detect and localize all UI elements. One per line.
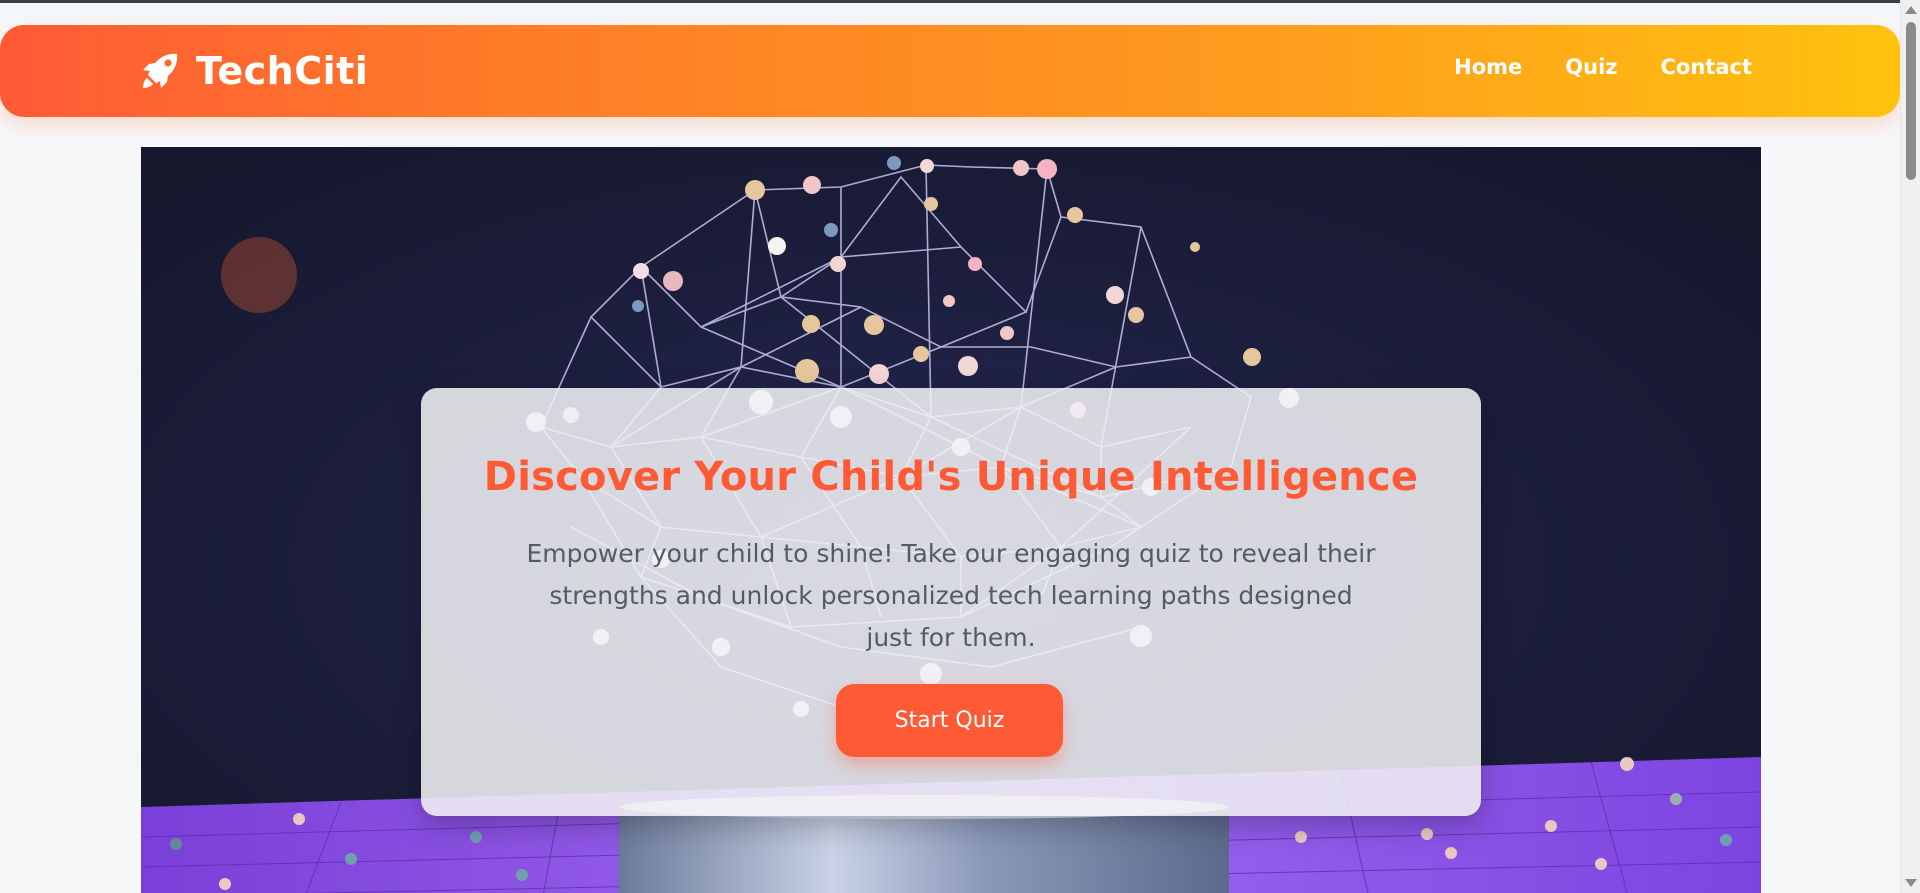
brand-name: TechCiti	[196, 49, 369, 93]
nav-link-contact[interactable]: Contact	[1661, 55, 1753, 79]
brand-logo[interactable]: TechCiti	[138, 47, 368, 95]
scroll-up-arrow-icon[interactable]	[1905, 6, 1917, 14]
hero-banner: Discover Your Child's Unique Intelligenc…	[141, 147, 1761, 893]
hero-card: Discover Your Child's Unique Intelligenc…	[421, 388, 1481, 816]
page: TechCiti Home Quiz Contact Discover Your…	[0, 0, 1900, 893]
hero-title: Discover Your Child's Unique Intelligenc…	[483, 454, 1419, 500]
page-scrollbar[interactable]	[1900, 0, 1920, 893]
scroll-thumb[interactable]	[1906, 22, 1916, 180]
decorative-circle	[221, 237, 297, 313]
nav-links: Home Quiz Contact	[1454, 55, 1752, 79]
rocket-icon	[143, 53, 178, 88]
hero-description: Empower your child to shine! Take our en…	[526, 539, 1376, 652]
navbar: TechCiti Home Quiz Contact	[0, 25, 1900, 117]
nav-link-home[interactable]: Home	[1454, 55, 1522, 79]
scroll-down-arrow-icon[interactable]	[1905, 879, 1917, 887]
nav-link-quiz[interactable]: Quiz	[1565, 55, 1617, 79]
start-quiz-button[interactable]: Start Quiz	[836, 684, 1063, 757]
